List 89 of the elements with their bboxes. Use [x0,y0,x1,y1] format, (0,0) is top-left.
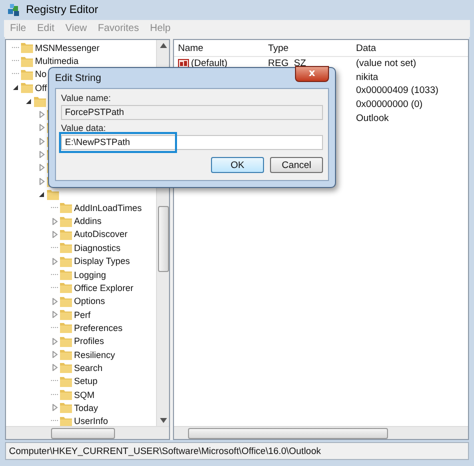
tree-item[interactable]: AddInLoadTimes [74,202,142,213]
tree-item[interactable]: UserInfo [74,416,108,426]
collapsed-arrow-icon[interactable] [51,364,58,372]
column-header[interactable]: Name [174,42,268,54]
tree-item[interactable]: Addins [74,216,102,226]
folder-icon [60,242,72,254]
tree-item[interactable]: Perf [74,310,91,320]
tree-item[interactable]: No [35,69,47,80]
expanded-arrow-icon[interactable] [12,84,19,92]
collapsed-arrow-icon[interactable] [51,230,58,238]
folder-icon [60,202,72,214]
folder-icon [60,362,72,374]
folder-icon [21,82,33,94]
tree-item[interactable]: Display Types [74,256,130,266]
collapsed-arrow-icon[interactable] [38,178,45,185]
tree-item[interactable]: Setup [74,376,98,386]
field-label: Value data: [61,123,107,135]
horizontal-scrollbar[interactable] [174,426,468,439]
collapsed-arrow-icon[interactable] [51,338,58,345]
tree-item[interactable]: Today [74,402,98,413]
tree-item[interactable]: Preferences [74,322,123,333]
folder-icon [60,309,72,320]
folder-icon [47,188,59,200]
value-data: Outlook [356,112,389,124]
tree-item[interactable]: SQM [74,390,95,400]
folder-icon [60,256,72,267]
string-value-icon [178,59,189,68]
value-data: 0x00000000 (0) [356,99,423,110]
collapsed-arrow-icon[interactable] [38,110,45,118]
folder-icon [21,56,33,67]
value-data: (value not set) [356,58,416,70]
folder-icon [60,389,72,400]
dialog-button[interactable]: Cancel [270,157,323,173]
scrollbar-thumb[interactable] [51,428,115,438]
folder-icon [60,349,72,360]
folder-icon [60,228,72,240]
expanded-arrow-icon[interactable] [25,98,32,105]
collapsed-arrow-icon[interactable] [38,150,45,158]
scrollbar-thumb[interactable] [188,428,388,438]
folder-icon [60,216,72,227]
folder-icon [60,282,72,294]
value-name: (Default) [191,58,228,70]
tree-item[interactable]: Options [74,296,106,306]
tree-item[interactable]: Office Explorer [74,282,134,293]
column-header[interactable]: Type [268,42,356,54]
expanded-arrow-icon[interactable] [38,190,45,198]
folder-icon [60,402,72,414]
value-name-field[interactable]: ForcePSTPath [61,105,323,120]
scrollbar-thumb[interactable] [158,206,168,272]
collapsed-arrow-icon[interactable] [38,124,45,132]
tree-item[interactable]: MSNMessenger [35,42,100,53]
folder-icon [60,336,72,347]
tree-item[interactable]: Off [35,82,47,93]
folder-icon [60,376,72,387]
registry-cubes-icon [7,3,21,17]
dialog-button[interactable]: OK [211,157,264,173]
collapsed-arrow-icon[interactable] [51,298,58,305]
value-data: nikita [356,72,378,83]
horizontal-scrollbar[interactable] [6,426,169,439]
folder-icon [60,322,72,334]
tree-item[interactable]: Diagnostics [74,242,121,253]
value-data: 0x00000409 (1033) [356,85,438,96]
tree-item[interactable]: Logging [74,270,106,280]
collapsed-arrow-icon[interactable] [51,351,58,358]
tree-item[interactable]: Resiliency [74,350,116,360]
dialog-title: Edit String [55,72,102,84]
scroll-up-arrow-icon[interactable] [160,43,166,48]
collapsed-arrow-icon[interactable] [51,218,58,225]
folder-icon [60,416,72,426]
tree-item[interactable]: Multimedia [35,56,79,66]
collapsed-arrow-icon[interactable] [51,311,58,318]
folder-icon [21,68,33,80]
value-data-field[interactable]: E:\NewPSTPath [61,135,323,150]
folder-icon [60,296,72,307]
collapsed-arrow-icon[interactable] [38,164,45,172]
collapsed-arrow-icon[interactable] [51,258,58,265]
tree-item[interactable]: AutoDiscover [74,229,128,240]
tree-item[interactable]: Search [74,362,103,373]
folder-icon [34,96,46,107]
scroll-down-arrow-icon[interactable] [160,418,166,423]
folder-icon [60,269,72,280]
window-title: Registry Editor [26,4,98,16]
tree-item[interactable]: Profiles [74,336,104,346]
folder-icon [21,42,33,54]
field-label: Value name: [61,93,112,105]
registry-path: Computer\HKEY_CURRENT_USER\Software\Microsoft\Office\16.0\Outlook [9,446,321,456]
collapsed-arrow-icon[interactable] [38,138,45,145]
column-header[interactable]: Data [356,42,468,54]
collapsed-arrow-icon[interactable] [51,404,58,412]
